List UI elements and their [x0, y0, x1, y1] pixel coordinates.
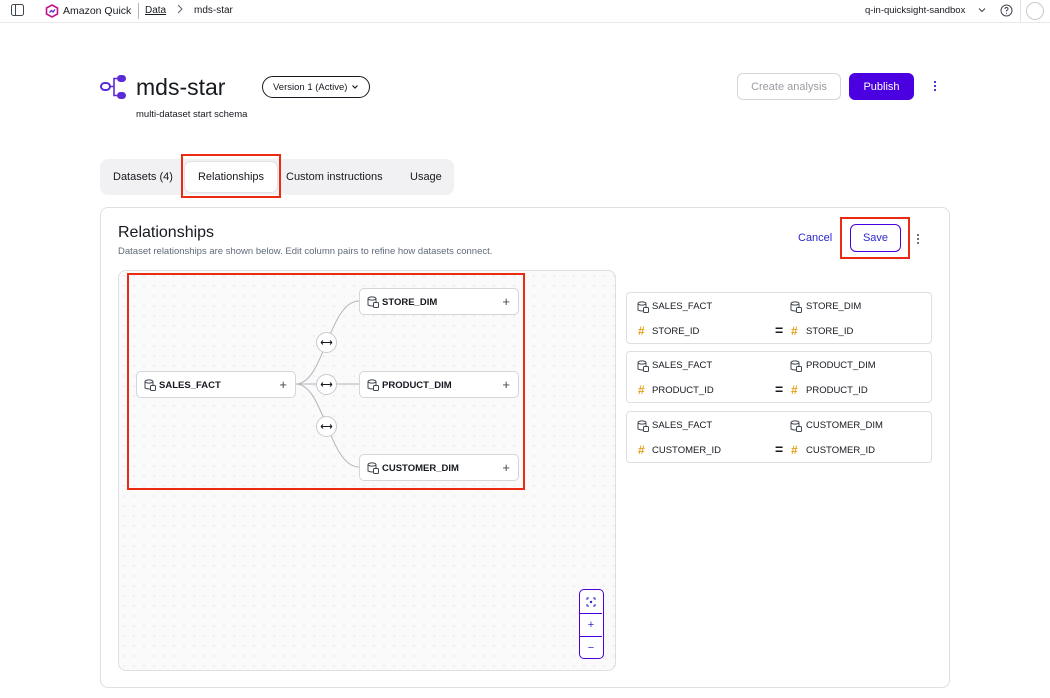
chevron-down-icon[interactable] — [977, 5, 987, 15]
more-options-icon[interactable] — [928, 78, 942, 94]
dataset-icon — [144, 379, 156, 391]
sidebar-toggle-icon[interactable] — [11, 4, 24, 16]
add-icon[interactable]: + — [502, 460, 510, 475]
node-product-dim[interactable]: PRODUCT_DIM + — [359, 371, 519, 398]
left-column[interactable]: PRODUCT_ID — [652, 385, 714, 396]
node-root[interactable]: SALES_FACT + — [136, 371, 296, 398]
dataset-icon — [790, 360, 802, 372]
add-icon[interactable]: + — [502, 294, 510, 309]
fit-view-icon[interactable] — [580, 590, 602, 613]
multi-dataset-icon — [100, 75, 126, 99]
tab-datasets[interactable]: Datasets (4) — [113, 159, 173, 195]
zoom-controls: + − — [579, 589, 604, 659]
breadcrumb-current: mds-star — [194, 5, 233, 16]
right-column[interactable]: PRODUCT_ID — [806, 385, 868, 396]
tab-custom-instructions[interactable]: Custom instructions — [286, 159, 383, 195]
zoom-in-icon[interactable]: + — [580, 613, 602, 636]
numeric-column-icon: # — [791, 383, 798, 397]
relationship-pair-card[interactable]: SALES_FACT CUSTOMER_DIM # CUSTOMER_ID = … — [626, 411, 932, 463]
relationships-title: Relationships — [118, 224, 215, 241]
relationship-pair-card[interactable]: SALES_FACT PRODUCT_DIM # PRODUCT_ID = # … — [626, 351, 932, 403]
right-column[interactable]: CUSTOMER_ID — [806, 445, 875, 456]
right-column[interactable]: STORE_ID — [806, 326, 853, 337]
app-name: Amazon Quick — [63, 5, 132, 17]
amazon-quick-logo-icon — [45, 4, 59, 18]
join-connector-icon[interactable] — [316, 374, 337, 395]
right-dataset: CUSTOMER_DIM — [806, 420, 883, 431]
relationship-pair-card[interactable]: SALES_FACT STORE_DIM # STORE_ID = # STOR… — [626, 292, 932, 344]
node-label: STORE_DIM — [382, 297, 438, 308]
node-label: PRODUCT_DIM — [382, 380, 452, 391]
page-title: mds-star — [136, 74, 226, 100]
node-label: CUSTOMER_DIM — [382, 463, 459, 474]
node-store-dim[interactable]: STORE_DIM + — [359, 288, 519, 315]
help-icon[interactable] — [1000, 4, 1013, 17]
version-dropdown[interactable]: Version 1 (Active) — [262, 76, 371, 98]
join-operator: = — [775, 322, 784, 338]
tab-usage[interactable]: Usage — [410, 159, 442, 195]
left-column[interactable]: STORE_ID — [652, 326, 699, 337]
join-operator: = — [775, 381, 784, 397]
main-page: mds-star Version 1 (Active) multi-datase… — [0, 22, 1050, 698]
publish-button[interactable]: Publish — [849, 73, 914, 100]
right-dataset: STORE_DIM — [806, 301, 862, 312]
cancel-button[interactable]: Cancel — [798, 232, 832, 244]
numeric-column-icon: # — [791, 324, 798, 338]
account-selector[interactable]: q-in-quicksight-sandbox — [865, 5, 965, 16]
breadcrumb-data-link[interactable]: Data — [145, 5, 166, 16]
right-dataset: PRODUCT_DIM — [806, 360, 876, 371]
dataset-icon — [367, 462, 379, 474]
chevron-down-icon — [352, 85, 359, 89]
node-customer-dim[interactable]: CUSTOMER_DIM + — [359, 454, 519, 481]
dataset-icon — [637, 420, 649, 432]
left-dataset: SALES_FACT — [652, 360, 713, 371]
numeric-column-icon: # — [638, 324, 645, 338]
divider — [1020, 0, 1021, 22]
left-column[interactable]: CUSTOMER_ID — [652, 445, 721, 456]
more-options-icon[interactable] — [912, 232, 924, 246]
join-operator: = — [775, 441, 784, 457]
dataset-icon — [637, 360, 649, 372]
dataset-icon — [637, 301, 649, 313]
divider — [138, 3, 139, 19]
zoom-out-icon[interactable]: − — [580, 636, 602, 659]
dataset-icon — [367, 379, 379, 391]
dataset-icon — [790, 420, 802, 432]
join-connector-icon[interactable] — [316, 332, 337, 353]
add-icon[interactable]: + — [502, 377, 510, 392]
relationships-description: Dataset relationships are shown below. E… — [118, 246, 493, 257]
relationships-panel: Relationships Dataset relationships are … — [100, 207, 950, 688]
numeric-column-icon: # — [638, 383, 645, 397]
create-analysis-button[interactable]: Create analysis — [737, 73, 841, 100]
join-connector-icon[interactable] — [316, 416, 337, 437]
chevron-right-icon — [177, 4, 183, 14]
highlight-box — [840, 217, 910, 259]
dataset-icon — [790, 301, 802, 313]
numeric-column-icon: # — [791, 443, 798, 457]
highlight-box — [181, 154, 281, 198]
relationship-graph-canvas[interactable]: SALES_FACT + STORE_DIM + PRODUCT_DIM + C… — [118, 270, 616, 671]
top-bar: Amazon Quick Data mds-star q-in-quicksig… — [0, 0, 1050, 22]
assistant-chat-icon[interactable] — [1026, 2, 1044, 20]
page-subtitle: multi-dataset start schema — [136, 109, 248, 120]
node-label: SALES_FACT — [159, 380, 221, 391]
left-dataset: SALES_FACT — [652, 301, 713, 312]
add-icon[interactable]: + — [279, 377, 287, 392]
version-label: Version 1 (Active) — [273, 81, 348, 93]
left-dataset: SALES_FACT — [652, 420, 713, 431]
numeric-column-icon: # — [638, 443, 645, 457]
dataset-icon — [367, 296, 379, 308]
